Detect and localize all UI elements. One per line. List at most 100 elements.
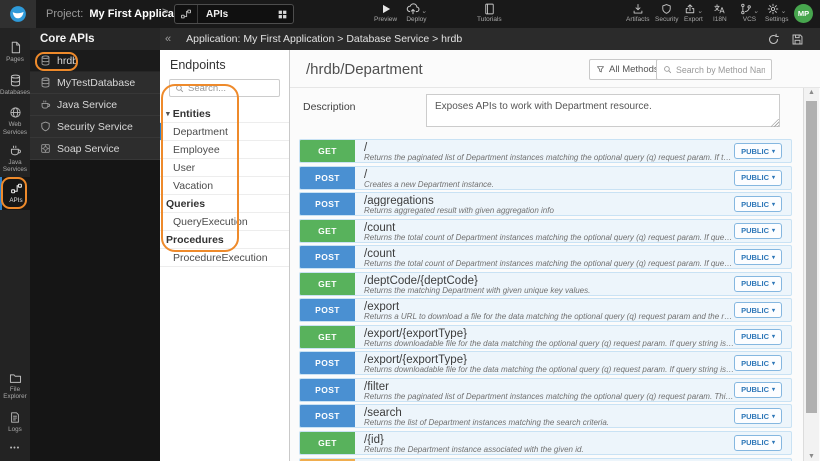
preview-button[interactable]: Preview — [374, 3, 397, 23]
tree-node[interactable]: ▾ QueryExecution — [160, 213, 289, 231]
visibility-dropdown[interactable]: PUBLIC ▾ — [734, 143, 782, 159]
tree-node-label: User — [173, 161, 196, 174]
description-textarea[interactable]: Exposes APIs to work with Department res… — [426, 94, 780, 127]
visibility-dropdown[interactable]: PUBLIC ▾ — [734, 196, 782, 212]
save-icon[interactable] — [791, 33, 804, 46]
more-options-icon[interactable]: ••• — [0, 439, 30, 457]
visibility-dropdown[interactable]: PUBLIC ▾ — [734, 302, 782, 318]
tree-node-label: Vacation — [173, 179, 214, 192]
visibility-dropdown[interactable]: PUBLIC ▾ — [734, 434, 782, 451]
collapse-panel-icon[interactable]: « — [165, 34, 171, 45]
visibility-dropdown[interactable]: PUBLIC ▾ — [734, 408, 782, 424]
tree-node[interactable]: ▾ Queries — [160, 195, 289, 213]
http-method-badge: POST — [300, 352, 355, 374]
scroll-down-arrow[interactable]: ▼ — [804, 453, 819, 460]
tree-node[interactable]: ▾ ProcedureExecution — [160, 249, 289, 267]
download-icon — [632, 3, 644, 15]
endpoint-description: Returns downloadable file for the data m… — [364, 365, 734, 374]
visibility-dropdown[interactable]: PUBLIC ▾ — [734, 249, 782, 265]
deploy-button[interactable]: ⌄ Deploy — [406, 3, 427, 23]
api-endpoint-row[interactable]: POST /filter Returns the paginated list … — [299, 377, 792, 402]
method-search-input[interactable] — [676, 64, 765, 75]
grid-menu-icon[interactable] — [271, 9, 293, 20]
endpoints-search[interactable] — [169, 79, 280, 97]
api-details-panel: /hrdb/Department All Methods ▾ Descripti… — [290, 50, 820, 461]
scrollbar-thumb[interactable] — [806, 101, 817, 413]
sidebar-item-mytestdatabase[interactable]: MyTestDatabase — [30, 72, 160, 94]
http-method-badge: POST — [300, 166, 355, 189]
settings-button[interactable]: ⌄ Settings — [765, 3, 789, 23]
project-label: Project: — [46, 8, 84, 20]
api-endpoint-row[interactable]: GET /export/{exportType} Returns downloa… — [299, 324, 792, 349]
cloud-upload-icon — [406, 3, 420, 15]
caret-down-icon: ▾ — [166, 109, 170, 118]
rail-item-pages[interactable]: Pages — [0, 36, 30, 68]
api-endpoint-row[interactable]: POST /export Returns a URL to download a… — [299, 298, 792, 322]
api-endpoint-row[interactable]: GET /{id} Returns the Department instanc… — [299, 430, 792, 455]
export-button[interactable]: ⌄ Export — [684, 3, 703, 23]
shield-icon — [661, 3, 672, 15]
user-avatar[interactable]: MP — [794, 4, 813, 23]
security-button[interactable]: Security — [655, 3, 678, 23]
api-endpoint-row[interactable]: POST /search Returns the list of Departm… — [299, 404, 792, 428]
api-endpoint-row[interactable]: POST /export/{exportType} Returns downlo… — [299, 351, 792, 375]
endpoint-description: Returns the paginated list of Department… — [364, 153, 734, 162]
endpoint-path: / — [364, 168, 368, 180]
tree-node[interactable]: ▾ Employee — [160, 141, 289, 159]
http-method-badge: POST — [300, 193, 355, 215]
refresh-icon[interactable] — [767, 33, 780, 46]
caret-down-icon: ▾ — [771, 413, 775, 420]
sidebar-item-hrdb[interactable]: hrdb — [30, 50, 160, 72]
api-endpoint-row-partial[interactable] — [299, 457, 792, 461]
tree-node[interactable]: ▾ Procedures — [160, 231, 289, 249]
http-method-badge: POST — [300, 405, 355, 427]
endpoints-search-input[interactable] — [188, 82, 274, 94]
api-endpoint-row[interactable]: GET /count Returns the total count of De… — [299, 218, 792, 243]
api-endpoint-row[interactable]: GET /deptCode/{deptCode} Returns the mat… — [299, 271, 792, 296]
scroll-up-arrow[interactable]: ▲ — [804, 89, 819, 96]
api-endpoint-row[interactable]: GET / Returns the paginated list of Depa… — [299, 139, 792, 163]
project-name-group[interactable]: Project: My First Application — [46, 8, 194, 20]
artifacts-button[interactable]: Artifacts — [626, 3, 649, 23]
visibility-dropdown[interactable]: PUBLIC ▾ — [734, 275, 782, 292]
rail-item-web-services[interactable]: Web Services — [0, 102, 30, 140]
shield-icon — [40, 121, 51, 132]
tree-node-label: Entities — [172, 107, 211, 120]
workspace-selector[interactable]: APIs — [174, 4, 294, 24]
rail-item-file-explorer[interactable]: File Explorer — [0, 367, 30, 405]
api-endpoint-row[interactable]: POST /count Returns the total count of D… — [299, 245, 792, 269]
endpoint-description: Returns a URL to download a file for the… — [364, 312, 734, 321]
i18n-button[interactable]: I18N — [713, 3, 727, 23]
vcs-button[interactable]: ⌄ VCS — [740, 3, 759, 23]
app-logo[interactable] — [0, 0, 36, 28]
tree-node[interactable]: ▾ Department — [160, 123, 289, 141]
rail-item-logs[interactable]: Logs — [0, 405, 30, 439]
visibility-dropdown[interactable]: PUBLIC ▾ — [734, 169, 782, 186]
endpoint-path: /count — [364, 221, 396, 233]
visibility-dropdown[interactable]: PUBLIC ▾ — [734, 355, 782, 371]
endpoint-description: Returns downloadable file for the data m… — [364, 338, 734, 348]
endpoint-description: Returns aggregated result with given agg… — [364, 206, 554, 215]
sidebar-item-java-service[interactable]: Java Service — [30, 94, 160, 116]
gear-icon — [767, 3, 779, 15]
visibility-dropdown[interactable]: PUBLIC ▾ — [734, 222, 782, 239]
sidebar-item-soap-service[interactable]: Soap Service — [30, 138, 160, 160]
method-search[interactable] — [656, 59, 772, 80]
visibility-dropdown[interactable]: PUBLIC ▾ — [734, 328, 782, 345]
wavemaker-logo-icon — [9, 5, 27, 23]
sidebar-item-security-service[interactable]: Security Service — [30, 116, 160, 138]
api-endpoint-row[interactable]: POST /aggregations Returns aggregated re… — [299, 192, 792, 216]
rail-item-java-services[interactable]: Java Services — [0, 140, 30, 177]
document-icon — [9, 411, 21, 424]
api-endpoint-row[interactable]: POST / Creates a new Department instance… — [299, 165, 792, 190]
tree-node[interactable]: ▾ Entities — [160, 105, 289, 123]
tree-node[interactable]: ▾ Vacation — [160, 177, 289, 195]
rail-item-databases[interactable]: Databases — [0, 68, 30, 102]
endpoint-path: /aggregations — [364, 195, 434, 207]
visibility-dropdown[interactable]: PUBLIC ▾ — [734, 381, 782, 398]
search-icon — [176, 84, 184, 92]
tutorials-button[interactable]: Tutorials — [477, 3, 502, 23]
rail-item-apis[interactable]: APIs — [0, 177, 30, 210]
tree-node[interactable]: ▾ User — [160, 159, 289, 177]
endpoint-description: Returns the matching Department with giv… — [364, 285, 591, 295]
